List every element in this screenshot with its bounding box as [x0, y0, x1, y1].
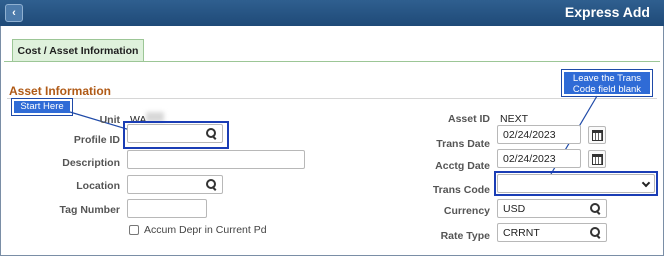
location-input[interactable]	[127, 175, 223, 194]
chevron-left-icon: ‹	[12, 7, 16, 19]
acctg-date-value: 02/24/2023	[503, 153, 556, 165]
rate-type-label: Rate Type	[440, 230, 490, 242]
profile-id-label: Profile ID	[73, 134, 120, 146]
section-title: Asset Information	[9, 84, 112, 98]
asset-id-label: Asset ID	[447, 113, 490, 125]
trans-code-callout-line1: Leave the Trans	[572, 73, 642, 84]
acctg-date-calendar-button[interactable]	[588, 150, 606, 168]
rate-type-value: CRRNT	[503, 227, 540, 239]
acctg-date-label: Acctg Date	[435, 160, 490, 172]
search-icon[interactable]	[206, 179, 217, 190]
description-label: Description	[62, 157, 120, 169]
accum-depr-checkbox[interactable]	[129, 225, 139, 235]
tab-divider	[4, 61, 660, 62]
back-button[interactable]: ‹	[5, 4, 23, 22]
profile-id-input[interactable]	[127, 124, 223, 143]
trans-date-label: Trans Date	[436, 138, 490, 150]
chevron-down-icon	[641, 178, 651, 188]
calendar-icon	[592, 130, 603, 141]
asset-id-value: NEXT	[500, 113, 529, 125]
trans-date-value: 02/24/2023	[503, 129, 556, 141]
trans-date-calendar-button[interactable]	[588, 126, 606, 144]
tag-number-label: Tag Number	[59, 204, 120, 216]
unit-label: Unit	[99, 114, 120, 126]
tag-number-input[interactable]	[127, 199, 207, 218]
search-icon[interactable]	[590, 227, 601, 238]
search-icon[interactable]	[590, 203, 601, 214]
rate-type-input[interactable]: CRRNT	[497, 223, 607, 242]
description-input[interactable]	[127, 150, 305, 169]
search-icon[interactable]	[206, 128, 217, 139]
trans-code-label: Trans Code	[432, 184, 490, 196]
tab-cost-asset-information[interactable]: Cost / Asset Information	[12, 39, 144, 61]
acctg-date-input[interactable]: 02/24/2023	[497, 149, 581, 168]
trans-date-input[interactable]: 02/24/2023	[497, 125, 581, 144]
currency-input[interactable]: USD	[497, 199, 607, 218]
title-bar: ‹ Express Add	[0, 0, 664, 26]
trans-code-select[interactable]	[497, 174, 655, 193]
calendar-icon	[592, 154, 603, 165]
currency-value: USD	[503, 203, 526, 215]
page-title: Express Add	[564, 4, 650, 20]
currency-label: Currency	[443, 205, 490, 217]
accum-depr-label: Accum Depr in Current Pd	[144, 224, 267, 236]
location-label: Location	[76, 180, 120, 192]
